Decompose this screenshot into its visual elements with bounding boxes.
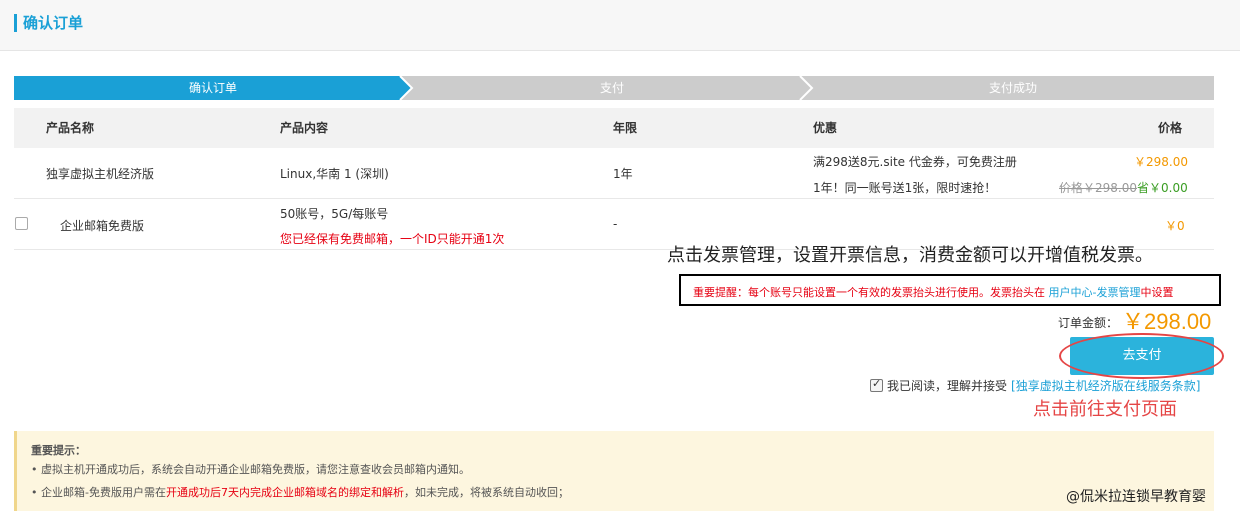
product-period: - [613, 217, 618, 231]
saved-amount: 省￥0.00 [1137, 181, 1188, 195]
pay-button-highlight-circle [1059, 333, 1224, 379]
product-content: Linux,华南 1 (深圳) [280, 167, 389, 181]
promo-line-1: 满298送8元.site 代金券，可免费注册 [813, 155, 1017, 169]
order-table-header: 产品名称 产品内容 年限 优惠 价格 [14, 108, 1214, 148]
order-total-label: 订单金额： [1058, 316, 1119, 330]
terms-link[interactable]: [独享虚拟主机经济版在线服务条款] [1011, 379, 1200, 393]
product-content: 50账号，5G/每账号 [280, 207, 389, 221]
table-row: 独享虚拟主机经济版 Linux,华南 1 (深圳) 1年 满298送8元.sit… [14, 148, 1214, 199]
agreement-checkbox[interactable] [870, 377, 883, 392]
price-value: ￥0 [1165, 219, 1185, 233]
annotation-invoice: 点击发票管理，设置开票信息，消费金额可以开增值税发票。 [667, 245, 1153, 266]
column-product-name: 产品名称 [46, 121, 95, 135]
invoice-reminder-box: 重要提醒：每个账号只能设置一个有效的发票抬头进行使用。发票抬头在 用户中心-发票… [679, 274, 1221, 306]
invoice-reminder: 重要提醒：每个账号只能设置一个有效的发票抬头进行使用。发票抬头在 用户中心-发票… [693, 284, 1173, 300]
step-confirm-order: 确认订单 [188, 81, 237, 95]
notice-line-2: • 企业邮箱-免费版用户需在开通成功后7天内完成企业邮箱域名的绑定和解析，如未完… [31, 484, 569, 500]
notice-line-2b: 开通成功后7天内完成企业邮箱域名的绑定和解析 [165, 486, 404, 499]
notice-title: 重要提示： [31, 444, 86, 457]
promo-line-2: 1年！同一账号送1张，限时速抢！ [813, 181, 997, 195]
original-price: 价格￥298.00 [1059, 181, 1137, 195]
price-value: ￥298.00 [1134, 155, 1188, 169]
important-notice: 重要提示： • 虚拟主机开通成功后，系统会自动开通企业邮箱免费版，请您注意查收会… [14, 431, 1214, 511]
page-header: 确认订单 [0, 0, 1240, 51]
invoice-management-link[interactable]: 用户中心-发票管理 [1049, 286, 1141, 299]
email-addon-checkbox[interactable] [15, 217, 28, 230]
column-promo: 优惠 [813, 121, 838, 135]
column-period: 年限 [613, 121, 638, 135]
product-name: 企业邮箱免费版 [60, 219, 145, 233]
step-pay: 支付 [599, 81, 624, 95]
page-title: 确认订单 [14, 14, 83, 32]
email-note: 您已经保有免费邮箱，一个ID只能开通1次 [280, 232, 505, 246]
order-total-value: ￥298.00 [1122, 309, 1212, 334]
column-price: 价格 [1158, 121, 1183, 135]
price-detail: 价格￥298.00省￥0.00 [1059, 179, 1188, 196]
product-period: 1年 [613, 167, 633, 181]
notice-line-1: • 虚拟主机开通成功后，系统会自动开通企业邮箱免费版，请您注意查收会员邮箱内通知… [31, 463, 470, 476]
product-name: 独享虚拟主机经济版 [46, 167, 155, 181]
reminder-prefix: 重要提醒：每个账号只能设置一个有效的发票抬头进行使用。发票抬头在 [693, 286, 1049, 299]
step-pay-success: 支付成功 [988, 81, 1037, 95]
reminder-suffix: 中设置 [1140, 286, 1174, 299]
annotation-pay: 点击前往支付页面 [1033, 399, 1177, 420]
agreement: 我已阅读，理解并接受 [独享虚拟主机经济版在线服务条款] [887, 377, 1200, 394]
notice-line-2a: • 企业邮箱-免费版用户需在 [31, 486, 166, 499]
agreement-text: 我已阅读，理解并接受 [887, 379, 1008, 393]
column-product-content: 产品内容 [280, 121, 329, 135]
notice-line-2c: ，如未完成，将被系统自动收回； [403, 486, 569, 499]
watermark: @侃米拉连锁早教育婴 [1066, 489, 1206, 505]
step-progress-bar: 确认订单 支付 支付成功 [14, 76, 1214, 100]
